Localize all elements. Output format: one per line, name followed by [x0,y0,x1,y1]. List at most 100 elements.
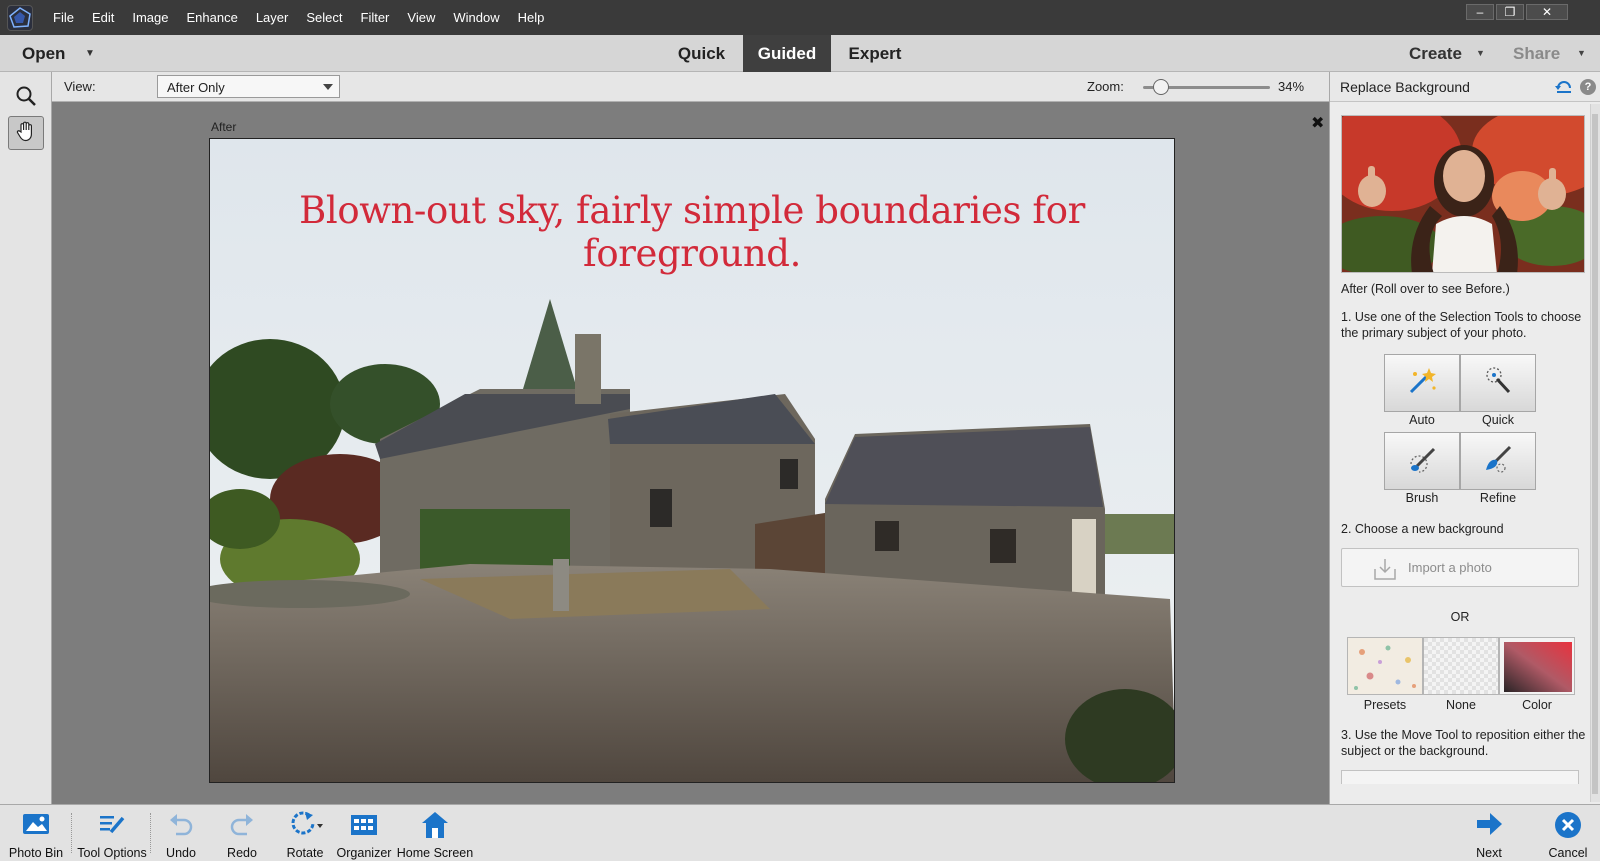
panel-header: Replace Background ? [1330,72,1600,102]
toolbox [0,72,52,804]
color-background-option[interactable] [1499,637,1575,695]
menu-file[interactable]: File [44,0,83,35]
restore-button[interactable]: ❐ [1496,4,1524,20]
close-window-button[interactable]: ✕ [1526,4,1568,20]
refine-selection-button[interactable] [1460,432,1536,490]
undo-button[interactable]: Undo [155,805,207,861]
import-icon [1372,557,1398,586]
auto-selection-button[interactable] [1384,354,1460,412]
rotate-label: Rotate [286,846,324,860]
preview-caption: After (Roll over to see Before.) [1341,282,1510,296]
bottom-divider [71,813,72,853]
quick-selection-brush-icon [1481,364,1515,403]
before-after-preview[interactable] [1341,115,1585,273]
close-icon[interactable]: ✖ [1311,113,1324,133]
organizer-icon [349,810,379,843]
photo-canvas[interactable]: Blown-out sky, fairly simple boundaries … [209,138,1175,783]
next-button[interactable]: Next [1463,805,1515,861]
zoom-slider-thumb[interactable] [1152,79,1169,95]
photo-caption: Blown-out sky, fairly simple boundaries … [299,189,1085,275]
presets-background-option[interactable] [1347,637,1423,695]
create-button[interactable]: Create [1409,35,1462,72]
panel-scrollbar-thumb[interactable] [1592,114,1598,794]
magic-wand-icon [1405,364,1439,403]
next-label: Next [1476,846,1502,860]
bottom-divider [150,813,151,853]
undo-icon [166,810,196,843]
photo-bin-label: Photo Bin [8,846,64,860]
share-caret-icon: ▼ [1577,48,1586,58]
tool-options-bar: View: After Only Zoom: 34% [52,72,1329,102]
brush-label: Brush [1405,491,1439,505]
tool-options-label: Tool Options [77,846,147,860]
menu-help[interactable]: Help [509,0,554,35]
menu-layer[interactable]: Layer [247,0,298,35]
tool-options-button[interactable]: Tool Options [74,805,150,861]
home-screen-label: Home Screen [396,846,474,860]
view-select-value: After Only [167,80,225,95]
hand-icon [14,119,38,148]
tab-expert[interactable]: Expert [831,35,919,72]
share-button[interactable]: Share [1513,35,1560,72]
menu-view[interactable]: View [398,0,444,35]
minimize-button[interactable]: ‒ [1466,4,1494,20]
preview-image [1342,116,1584,272]
color-label: Color [1522,698,1552,712]
cancel-circle-icon [1553,810,1583,845]
canvas-area: After ✖ Blown-out sky, fairly simple bou… [52,102,1329,804]
create-caret-icon: ▼ [1476,48,1485,58]
tab-guided[interactable]: Guided [743,35,831,72]
hand-tool[interactable] [8,116,44,150]
reset-panel-icon[interactable] [1555,78,1573,99]
organizer-button[interactable]: Organizer [335,805,393,861]
view-select[interactable]: After Only [157,75,340,98]
zoom-tool[interactable] [8,81,44,115]
panel-title: Replace Background [1340,79,1470,95]
import-photo-button[interactable]: Import a photo [1341,548,1579,587]
presets-label: Presets [1363,698,1407,712]
quick-selection-button[interactable] [1460,354,1536,412]
chevron-down-icon [323,84,333,90]
zoom-label: Zoom: [1087,79,1124,94]
menu-bar: File Edit Image Enhance Layer Select Fil… [44,0,553,35]
undo-label: Undo [166,846,196,860]
redo-label: Redo [227,846,257,860]
arrow-right-icon [1474,810,1504,843]
brush-selection-button[interactable] [1384,432,1460,490]
step-3-text: 3. Use the Move Tool to reposition eithe… [1341,728,1586,758]
title-bar: File Edit Image Enhance Layer Select Fil… [0,0,1600,35]
rotate-button[interactable]: Rotate [275,805,335,861]
menu-edit[interactable]: Edit [83,0,123,35]
move-tool-button[interactable] [1341,770,1579,784]
menu-window[interactable]: Window [444,0,508,35]
view-label: View: [64,79,96,94]
presets-thumbnail-icon [1348,638,1422,694]
open-dropdown-caret-icon[interactable]: ▼ [85,35,95,72]
menu-filter[interactable]: Filter [352,0,399,35]
mode-bar: Open ▼ Quick Guided Expert Create ▼ Shar… [0,35,1600,72]
help-icon[interactable]: ? [1580,79,1596,95]
photo-bin-icon [21,810,51,843]
none-background-option[interactable] [1423,637,1499,695]
refine-label: Refine [1479,491,1517,505]
step-1-text: 1. Use one of the Selection Tools to cho… [1341,310,1582,340]
redo-button[interactable]: Redo [216,805,268,861]
menu-enhance[interactable]: Enhance [178,0,247,35]
menu-image[interactable]: Image [123,0,177,35]
refine-brush-icon [1481,442,1515,481]
auto-label: Auto [1409,413,1435,427]
redo-icon [227,810,257,843]
home-screen-button[interactable]: Home Screen [395,805,475,861]
menu-select[interactable]: Select [297,0,351,35]
quick-label: Quick [1482,413,1514,427]
cancel-button[interactable]: Cancel [1540,805,1596,861]
guided-panel: Replace Background ? After (Roll over to… [1329,72,1600,804]
app-logo-icon [7,5,33,31]
transparent-thumbnail-icon [1424,638,1498,694]
magnifier-icon [14,84,38,113]
open-button[interactable]: Open [22,35,65,72]
photo-bin-button[interactable]: Photo Bin [4,805,68,861]
tab-quick[interactable]: Quick [660,35,743,72]
none-label: None [1446,698,1476,712]
organizer-label: Organizer [336,846,392,860]
